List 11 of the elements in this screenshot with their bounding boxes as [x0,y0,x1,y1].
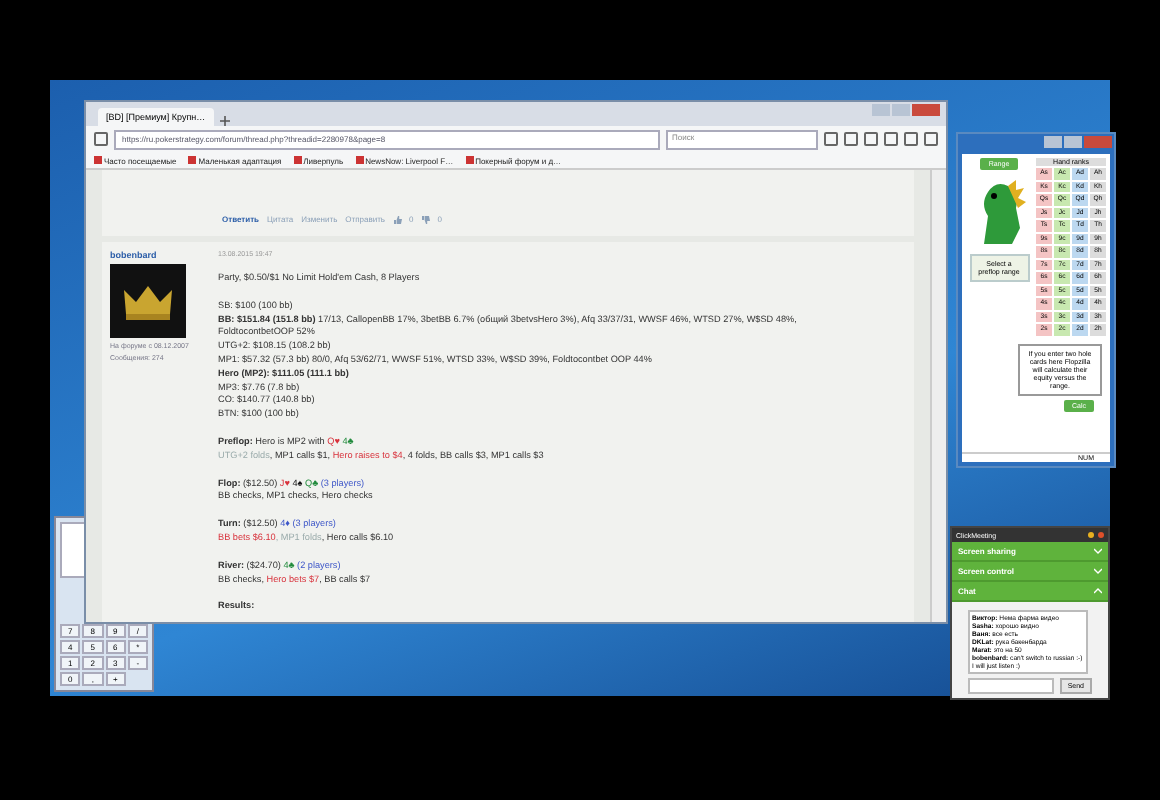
minimize-icon[interactable] [1088,532,1094,538]
close-icon[interactable] [1098,532,1104,538]
chevron-down-icon[interactable] [1094,548,1102,554]
scrollbar[interactable] [930,170,946,623]
chevron-down-icon[interactable] [1094,568,1102,574]
chevron-up-icon[interactable] [1094,588,1102,594]
plus-icon[interactable] [219,116,230,126]
thumbs-up-icon[interactable] [393,216,402,224]
crown-icon [122,281,174,321]
chat-input[interactable] [968,678,1054,694]
thumbs-down-icon[interactable] [421,216,430,224]
